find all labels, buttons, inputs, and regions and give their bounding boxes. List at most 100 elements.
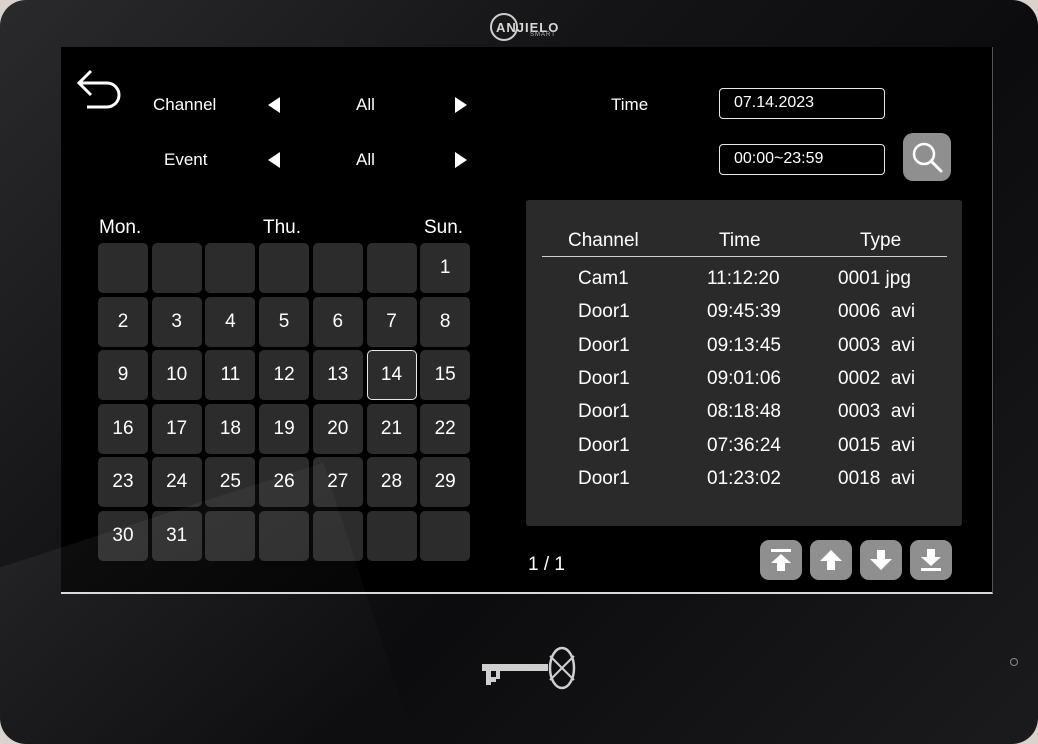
calendar-empty-cell <box>98 243 148 293</box>
record-channel: Door1 <box>578 434 630 456</box>
record-row[interactable]: Door1 01:23:02 0018 avi <box>526 466 962 496</box>
prev-page-button[interactable] <box>810 540 852 580</box>
calendar-day[interactable]: 1 <box>420 243 471 293</box>
record-row[interactable]: Door1 08:18:48 0003 avi <box>526 399 962 429</box>
calendar-day[interactable]: 18 <box>205 403 256 454</box>
calendar-day[interactable]: 29 <box>420 457 471 507</box>
calendar-header-mon: Mon. <box>99 217 142 238</box>
calendar-empty-cell <box>366 243 417 293</box>
search-icon <box>912 142 943 173</box>
calendar-header-thu: Thu. <box>263 217 302 238</box>
calendar-day[interactable]: 15 <box>420 350 471 400</box>
record-channel: Door1 <box>578 334 630 356</box>
calendar-day[interactable]: 26 <box>259 457 310 507</box>
calendar-empty-cell <box>312 510 363 561</box>
event-prev-icon[interactable] <box>266 151 284 169</box>
event-value: All <box>356 150 375 169</box>
record-row[interactable]: Door1 09:45:39 0006 avi <box>526 299 962 329</box>
calendar-day[interactable]: 28 <box>366 457 417 507</box>
calendar-day[interactable]: 21 <box>366 403 417 454</box>
calendar-day[interactable]: 4 <box>205 296 256 347</box>
calendar-day[interactable]: 25 <box>205 457 256 507</box>
channel-prev-icon[interactable] <box>266 96 284 114</box>
time-range-field[interactable]: 00:00~23:59 <box>719 144 885 175</box>
brand-sub: SMART <box>530 32 556 38</box>
date-field[interactable]: 07.14.2023 <box>719 88 885 119</box>
event-next-icon[interactable] <box>451 151 469 169</box>
header-divider <box>542 256 947 257</box>
arrow-down-icon <box>870 550 892 570</box>
calendar-day[interactable]: 7 <box>366 296 417 347</box>
record-time: 01:23:02 <box>707 467 781 489</box>
record-channel: Door1 <box>578 467 630 489</box>
back-button[interactable] <box>73 63 127 111</box>
calendar-day[interactable]: 11 <box>205 350 256 400</box>
record-type: 0001 jpg <box>838 268 911 289</box>
calendar-empty-cell <box>259 243 310 293</box>
calendar-day[interactable]: 24 <box>151 457 202 507</box>
record-time: 08:18:48 <box>707 401 781 423</box>
column-header-channel: Channel <box>568 230 639 251</box>
calendar-day[interactable]: 16 <box>98 403 148 454</box>
calendar-day[interactable]: 22 <box>420 403 471 454</box>
record-type: 0015 avi <box>838 434 916 456</box>
calendar-empty-cell <box>366 510 417 561</box>
next-page-button[interactable] <box>860 540 902 580</box>
record-time: 09:01:06 <box>707 367 781 389</box>
last-page-button[interactable] <box>910 540 952 580</box>
calendar-empty-cell <box>151 243 202 293</box>
record-channel: Cam1 <box>578 268 629 289</box>
calendar-day[interactable]: 23 <box>98 457 148 507</box>
calendar-day[interactable]: 27 <box>312 457 363 507</box>
brand-logo: ANJIELO SMART <box>490 10 559 44</box>
channel-label: Channel <box>153 95 217 114</box>
record-channel: Door1 <box>578 367 630 389</box>
record-channel: Door1 <box>578 301 630 323</box>
event-label: Event <box>164 150 208 169</box>
calendar-day[interactable]: 6 <box>312 296 363 347</box>
record-row[interactable]: Door1 07:36:24 0015 avi <box>526 433 962 463</box>
calendar-day[interactable]: 8 <box>420 296 471 347</box>
calendar-day[interactable]: 9 <box>98 350 148 400</box>
calendar-day[interactable]: 14 <box>366 350 417 400</box>
calendar-empty-cell <box>259 510 310 561</box>
calendar-empty-cell <box>312 243 363 293</box>
key-icon <box>482 646 576 690</box>
calendar-day[interactable]: 31 <box>151 510 202 561</box>
column-header-time: Time <box>719 230 761 251</box>
calendar-empty-cell <box>205 510 256 561</box>
calendar-day[interactable]: 3 <box>151 296 202 347</box>
record-row[interactable]: Door1 09:13:45 0003 avi <box>526 333 962 363</box>
record-row[interactable]: Cam1 11:12:20 0001 jpg <box>526 266 962 296</box>
record-type: 0018 avi <box>838 467 916 489</box>
calendar-day[interactable]: 12 <box>259 350 310 400</box>
calendar-empty-cell <box>420 510 471 561</box>
back-arrow-icon <box>76 69 121 109</box>
channel-value: All <box>356 95 375 114</box>
search-button[interactable] <box>903 133 951 181</box>
channel-next-icon[interactable] <box>451 96 469 114</box>
calendar-day[interactable]: 19 <box>259 403 310 454</box>
jump-bottom-icon <box>921 549 941 571</box>
calendar-day[interactable]: 10 <box>151 350 202 400</box>
first-page-button[interactable] <box>760 540 802 580</box>
record-type: 0006 avi <box>838 301 916 323</box>
device-bezel: ANJIELO SMART Channel All Event All Time… <box>0 0 1038 744</box>
calendar-day[interactable]: 20 <box>312 403 363 454</box>
calendar-empty-cell <box>205 243 256 293</box>
record-time: 09:13:45 <box>707 334 781 356</box>
calendar-day[interactable]: 2 <box>98 296 148 347</box>
record-row[interactable]: Door1 09:01:06 0002 avi <box>526 366 962 396</box>
status-led <box>1010 658 1018 666</box>
calendar-day[interactable]: 13 <box>312 350 363 400</box>
record-type: 0002 avi <box>838 367 916 389</box>
column-header-type: Type <box>860 230 902 251</box>
calendar-day[interactable]: 17 <box>151 403 202 454</box>
screen: Channel All Event All Time 07.14.2023 00… <box>61 47 993 594</box>
record-time: 09:45:39 <box>707 301 781 323</box>
jump-top-icon <box>771 549 791 571</box>
record-type: 0003 avi <box>838 401 916 423</box>
page-indicator: 1 / 1 <box>528 554 565 575</box>
calendar-day[interactable]: 5 <box>259 296 310 347</box>
calendar-day[interactable]: 30 <box>98 510 148 561</box>
